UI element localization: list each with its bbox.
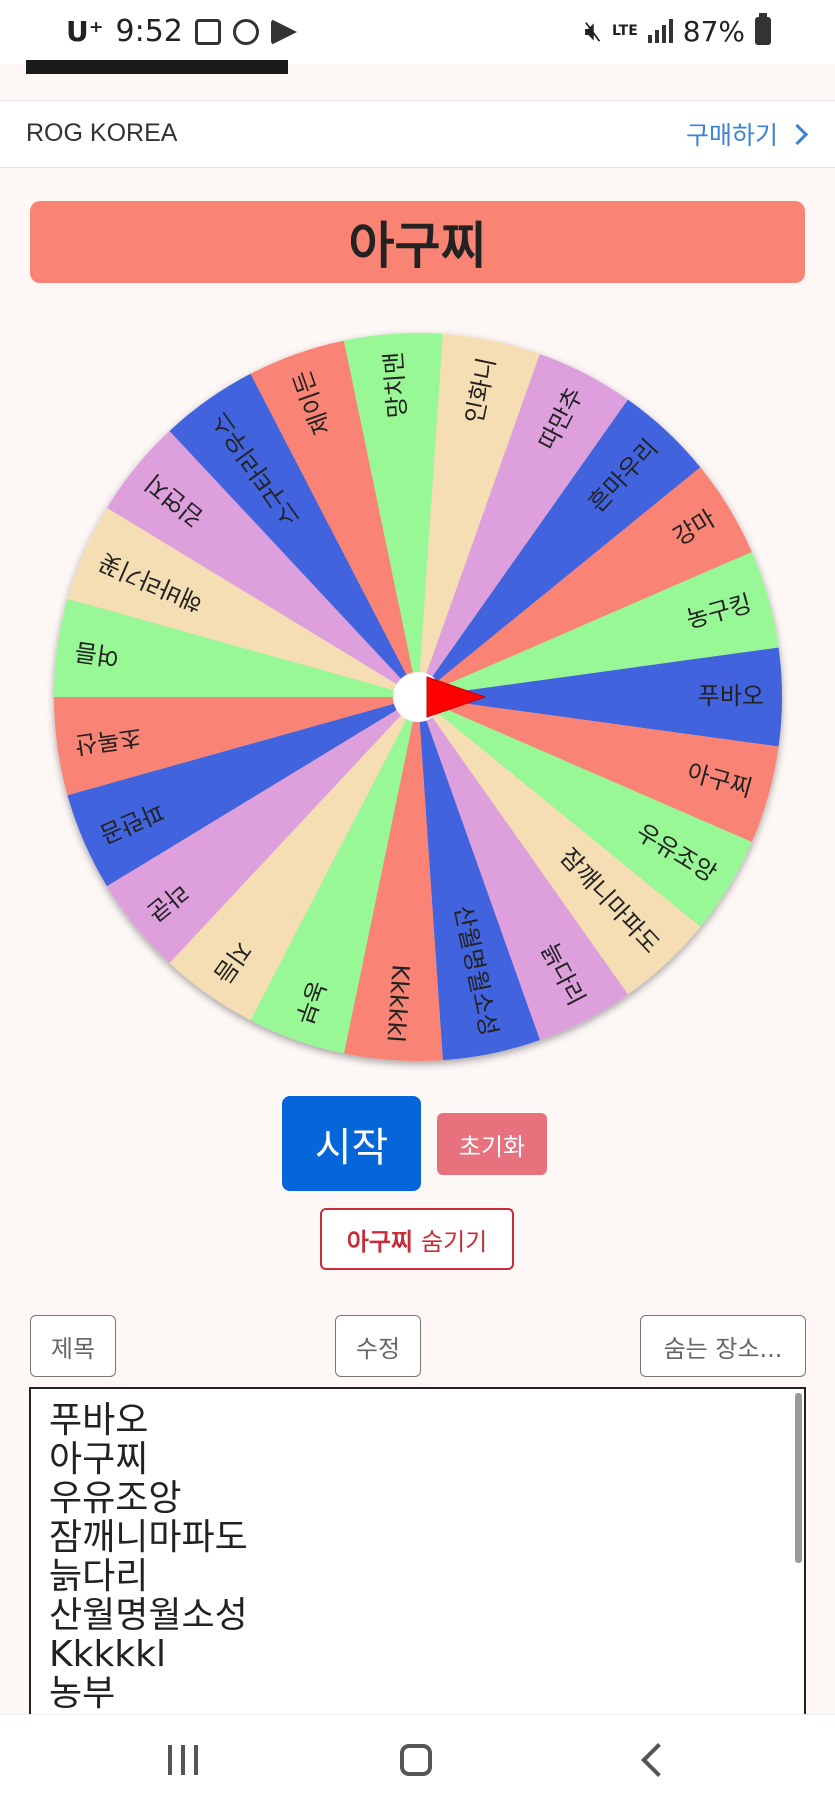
ad-image[interactable] — [26, 60, 288, 74]
scrollbar[interactable] — [795, 1393, 802, 1563]
ad-banner[interactable]: ROG KOREA 구매하기 — [0, 100, 835, 168]
recent-apps-icon[interactable] — [168, 1745, 198, 1775]
start-button[interactable]: 시작 — [282, 1096, 421, 1191]
wheel-segment-label: 김연지 — [140, 469, 209, 533]
status-left: U⁺ 9:52 — [66, 14, 297, 49]
wheel-segment-label: 흔마우리 — [583, 434, 664, 518]
wheel-segment — [250, 697, 418, 1054]
wheel-segment-label: 라쿤 — [141, 877, 193, 927]
list-item: 농부 — [49, 1673, 116, 1714]
hide-selected-button[interactable]: 아구찌 숨기기 — [320, 1208, 514, 1270]
wheel-segment-label: 늙다리 — [535, 938, 590, 1010]
hiding-place-button[interactable]: 숨는 장소... — [640, 1315, 806, 1377]
home-icon[interactable] — [400, 1744, 432, 1776]
wheel-segment-label: 스구타리우스 — [206, 407, 305, 531]
wheel-segment — [169, 697, 418, 1021]
list-item: Kkkkkl — [49, 1634, 166, 1675]
wheel-segment — [54, 598, 418, 697]
battery-icon — [755, 13, 771, 45]
ad-buy-link[interactable]: 구매하기 — [685, 116, 809, 152]
telegram-icon — [270, 18, 297, 45]
wheel-segment — [106, 697, 419, 964]
signal-icon — [647, 19, 673, 43]
wheel-segment — [343, 333, 443, 697]
wheel-segment-label: Kkkkkl — [381, 963, 414, 1043]
chevron-right-icon — [786, 123, 809, 145]
wheel-segment — [418, 333, 540, 697]
wheel-segment — [418, 354, 628, 697]
lte-label: LTE — [612, 23, 638, 39]
wheel-segment-label: 농부 — [290, 977, 331, 1028]
wheel-segment-label: 망치맨 — [379, 351, 411, 419]
gallery-icon — [194, 18, 221, 45]
list-item: 산월명월소성 — [49, 1595, 248, 1636]
wheel-segment — [169, 373, 418, 697]
wheel-segment-label: 인화니 — [460, 355, 501, 426]
wheel-segment — [418, 697, 752, 927]
b-app-icon — [232, 18, 259, 45]
ad-cta-label: 구매하기 — [685, 121, 778, 150]
wheel-segment — [418, 697, 779, 843]
wheel-segment — [418, 697, 540, 1061]
result-title: 아구찌 — [348, 217, 487, 275]
wheel-segment-label: 산월명월소성 — [449, 903, 503, 1038]
wheel-segment — [250, 340, 418, 697]
reset-button[interactable]: 초기화 — [437, 1113, 547, 1175]
carrier-label: U⁺ — [66, 15, 104, 48]
list-item: 우유조앙 — [49, 1478, 182, 1519]
wheel-segment-label: 따만추 — [533, 383, 588, 455]
wheel-segment — [343, 697, 443, 1061]
mute-icon: 🔇︎ — [584, 14, 603, 47]
wheel-segment — [67, 507, 418, 697]
wheel-segment — [106, 430, 419, 697]
wheel-hub — [393, 672, 443, 722]
wheel-segment-label: 푸바오 — [698, 682, 764, 710]
wheel-segment-label: 해바라기꽃 — [95, 547, 207, 617]
edit-button[interactable]: 수정 — [335, 1315, 421, 1377]
hide-selected-name: 아구찌 — [346, 1227, 413, 1256]
wheel-segment — [418, 697, 628, 1040]
battery-percent: 87% — [682, 14, 745, 48]
wheel-segment — [418, 647, 782, 747]
wheel-segment-label: 초록산 — [73, 722, 142, 759]
wheel-segment — [418, 399, 701, 697]
wheel-pointer-icon — [426, 676, 487, 718]
wheel-segment-label: 파란곰 — [95, 797, 167, 849]
wheel-segment — [67, 697, 418, 887]
title-button[interactable]: 제목 — [30, 1315, 116, 1377]
wheel-segment — [418, 467, 752, 697]
wheel-segment-label: 우유조앙 — [631, 818, 721, 888]
ad-brand: ROG KOREA — [26, 119, 178, 147]
hide-label: 숨기기 — [421, 1227, 488, 1256]
names-textarea[interactable]: 푸바오 아구찌 우유조앙 잠깨니마파도 늙다리 산월명월소성 Kkkkkl 농부 — [29, 1387, 806, 1717]
wheel-segment — [418, 697, 701, 995]
list-item: 잠깨니마파도 — [49, 1517, 248, 1558]
status-right: 🔇︎ LTE 87% — [584, 13, 771, 48]
wheel-segment-label: 지듬 — [208, 936, 256, 988]
list-item: 늙다리 — [49, 1556, 149, 1597]
wheel-segment-label: 농구킹 — [683, 589, 754, 634]
wheel-segment — [418, 551, 779, 697]
wheel-segment-label: 제이든 — [288, 367, 337, 439]
status-bar: U⁺ 9:52 🔇︎ LTE 87% — [0, 0, 835, 64]
names-list: 푸바오 아구찌 우유조앙 잠깨니마파도 늙다리 산월명월소성 Kkkkkl 농부 — [31, 1389, 804, 1713]
wheel-segment — [54, 697, 418, 796]
clock: 9:52 — [115, 14, 183, 49]
list-item: 아구찌 — [49, 1439, 149, 1480]
system-nav-bar — [0, 1714, 835, 1811]
wheel-segment-label: 강마 — [668, 504, 720, 551]
list-item: 푸바오 — [49, 1400, 149, 1441]
wheel-segment-label: 여름 — [73, 637, 121, 671]
wheel-segment-label: 잠깨니마파도 — [554, 843, 665, 959]
back-icon[interactable] — [641, 1743, 675, 1777]
result-banner: 아구찌 — [30, 201, 805, 283]
wheel-segment-label: 아구찌 — [684, 758, 755, 803]
